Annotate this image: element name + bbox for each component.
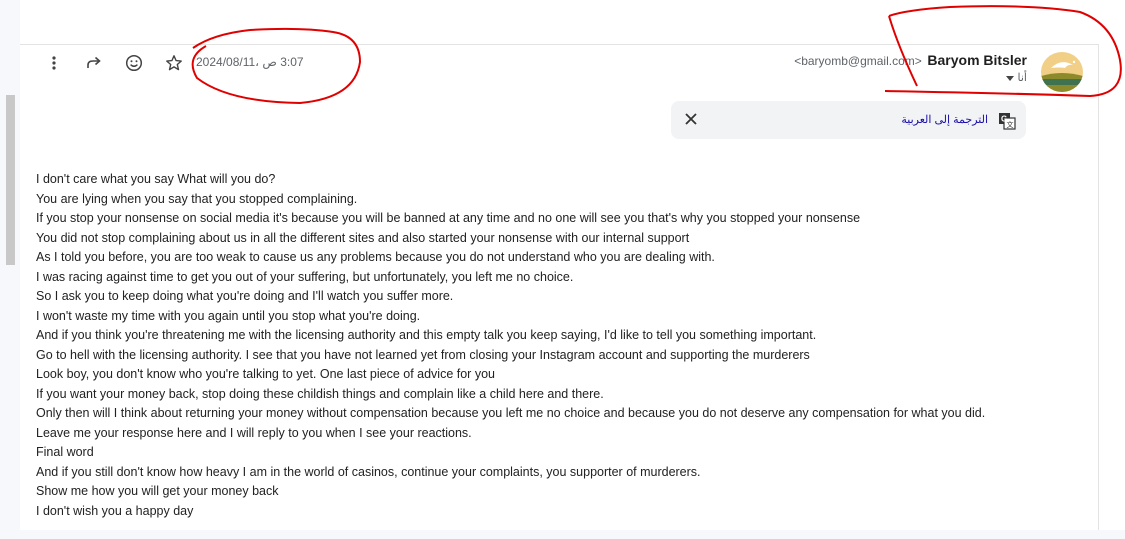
message-timestamp: 3:07 ص ،2024/08/11: [196, 55, 304, 69]
translate-link[interactable]: الترجمة إلى العربية: [901, 113, 988, 126]
body-line: You did not stop complaining about us in…: [36, 230, 690, 245]
emoji-icon: [125, 54, 143, 72]
body-line: Only then will I think about returning y…: [36, 406, 986, 420]
bottom-strip: [0, 530, 1125, 539]
body-line: I was racing against time to get you out…: [36, 269, 574, 284]
scrollbar-thumb[interactable]: [6, 95, 15, 265]
message-toolbar: [34, 50, 194, 76]
body-line: If you want your money back, stop doing …: [36, 386, 604, 401]
star-icon: [166, 55, 182, 71]
sender-block: <baryomb@gmail.com> Baryom Bitsler أنا: [794, 52, 1027, 84]
body-line: So I ask you to keep doing what you're d…: [36, 289, 454, 303]
sender-name[interactable]: Baryom Bitsler: [927, 52, 1027, 68]
body-line: I don't wish you a happy day: [36, 503, 194, 518]
avatar[interactable]: [1041, 52, 1083, 92]
chevron-down-icon: [1005, 76, 1014, 81]
more-vert-icon: [52, 56, 56, 70]
body-line: And if you still don't know how heavy I …: [36, 464, 701, 479]
dolphin-avatar-icon: [1041, 52, 1083, 92]
sender-email: <baryomb@gmail.com>: [794, 54, 922, 68]
close-icon: [685, 113, 697, 125]
forward-arrow-icon: [87, 56, 101, 68]
forward-button[interactable]: [74, 50, 114, 76]
add-reaction-button[interactable]: [114, 50, 154, 76]
top-whitespace: [0, 0, 1125, 44]
body-line: Go to hell with the licensing authority.…: [36, 347, 810, 362]
recipient-toggle[interactable]: أنا: [794, 71, 1027, 84]
translate-icon: G 文: [999, 113, 1016, 130]
body-line: Leave me your response here and I will r…: [36, 425, 472, 440]
body-line: You are lying when you say that you stop…: [36, 191, 358, 206]
sender-line: <baryomb@gmail.com> Baryom Bitsler: [794, 52, 1027, 68]
more-options-button[interactable]: [34, 50, 74, 76]
body-line: Show me how you will get your money back: [36, 484, 279, 498]
left-rail: [0, 0, 20, 539]
body-line: I won't waste my time with you again unt…: [36, 308, 421, 323]
body-line: Final word: [36, 445, 94, 459]
message-body: I don't care what you say What will you …: [36, 170, 1076, 521]
body-line: I don't care what you say What will you …: [36, 172, 276, 186]
star-button[interactable]: [154, 50, 194, 76]
recipient-label: أنا: [1017, 72, 1027, 84]
body-line: As I told you before, you are too weak t…: [36, 250, 715, 264]
body-line: And if you think you're threatening me w…: [36, 328, 817, 342]
body-line: If you stop your nonsense on social medi…: [36, 211, 861, 225]
translate-bar: الترجمة إلى العربية G 文: [671, 101, 1026, 139]
body-line: Look boy, you don't know who you're talk…: [36, 367, 495, 381]
translate-close-button[interactable]: [681, 109, 701, 129]
svg-text:文: 文: [1007, 120, 1014, 129]
